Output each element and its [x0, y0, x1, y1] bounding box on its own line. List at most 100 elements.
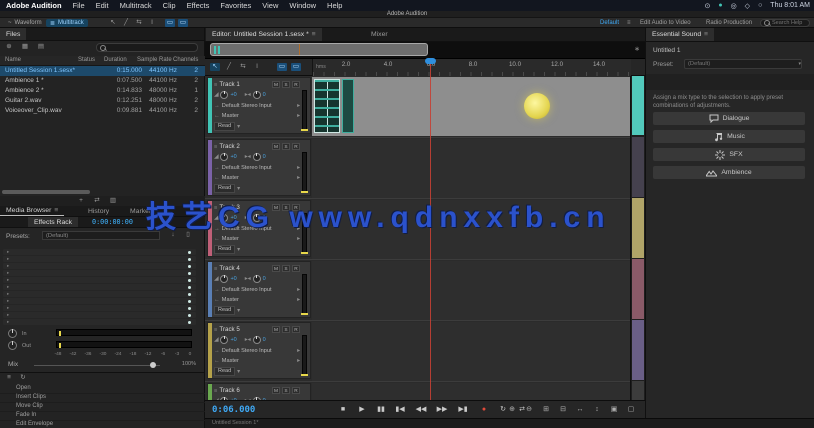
track-name[interactable]: Track 2	[219, 143, 270, 150]
workspace-default[interactable]: Default	[600, 19, 619, 27]
track-name[interactable]: Track 3	[219, 204, 270, 211]
media-browser-icon[interactable]: ▦	[20, 43, 30, 51]
track-name[interactable]: Track 1	[219, 81, 270, 88]
effect-slot[interactable]: ▸	[3, 263, 196, 269]
effect-slot[interactable]: ▸	[3, 249, 196, 255]
time-selection-tool-icon[interactable]: I	[252, 63, 262, 71]
workspace-edit-audio-to-video[interactable]: Edit Audio to Video	[640, 19, 691, 27]
time-selection-tool-icon[interactable]: I	[147, 19, 157, 27]
audio-clip[interactable]	[342, 79, 354, 133]
power-toggle[interactable]	[188, 251, 191, 254]
volume-knob[interactable]	[220, 91, 228, 99]
power-toggle[interactable]	[188, 300, 191, 303]
track-menu-icon[interactable]: ≡	[214, 82, 217, 88]
effect-slot[interactable]: ▸	[3, 298, 196, 304]
zoom-reset-button[interactable]: ▢	[624, 404, 638, 415]
power-toggle[interactable]	[188, 321, 191, 324]
menu-help[interactable]: Help	[327, 1, 342, 10]
playhead-line[interactable]	[430, 76, 431, 400]
track-lane[interactable]	[312, 383, 630, 400]
tab-files[interactable]: Files	[0, 28, 26, 40]
mute-button[interactable]: M	[272, 204, 280, 211]
history-item[interactable]: Fade In	[16, 411, 36, 420]
effect-slot[interactable]: ▸	[3, 305, 196, 311]
snap-toggle-icon[interactable]: ▭	[277, 63, 287, 71]
input-select[interactable]: Default Stereo Input	[222, 287, 295, 293]
solo-button[interactable]: S	[282, 204, 290, 211]
play-button[interactable]: ▶	[354, 404, 370, 416]
delete-preset-icon[interactable]: ▯	[183, 231, 193, 239]
arm-record-button[interactable]: R	[292, 143, 300, 150]
mix-type-dialogue-button[interactable]: Dialogue	[653, 112, 805, 125]
mute-button[interactable]: M	[272, 326, 280, 333]
volume-knob[interactable]	[220, 275, 228, 283]
razor-tool-icon[interactable]: ╱	[121, 19, 131, 27]
track-name[interactable]: Track 5	[219, 326, 270, 333]
file-row[interactable]: Ambience 1 * 0:07.500 44100 Hz 2	[0, 76, 205, 86]
input-gain-knob[interactable]	[8, 329, 17, 338]
pan-knob[interactable]	[253, 91, 261, 99]
menu-file[interactable]: File	[73, 1, 85, 10]
power-toggle[interactable]	[188, 279, 191, 282]
spotlight-icon[interactable]: ○	[758, 2, 762, 9]
navigator-viewport[interactable]	[210, 43, 428, 56]
mute-button[interactable]: M	[272, 265, 280, 272]
zoom-out-button[interactable]: ⊖	[522, 404, 536, 415]
metronome-toggle-icon[interactable]: ▭	[291, 63, 301, 71]
output-select[interactable]: Master	[222, 236, 295, 242]
solo-button[interactable]: S	[282, 265, 290, 272]
track-lane[interactable]	[312, 322, 630, 381]
solo-button[interactable]: S	[282, 81, 290, 88]
effect-slot[interactable]: ▸	[3, 284, 196, 290]
audio-clip[interactable]	[314, 79, 340, 133]
timecode-display[interactable]: 0:06.000	[212, 405, 255, 415]
skip-forward-button[interactable]: ▶▮	[455, 404, 471, 416]
tab-effects-rack[interactable]: Effects Rack	[28, 217, 78, 227]
track-lane[interactable]	[312, 77, 630, 136]
stop-button[interactable]: ■	[335, 404, 351, 416]
avatar-icon[interactable]: ●	[718, 2, 722, 9]
preset-select[interactable]: (Default)	[684, 59, 802, 69]
arm-record-button[interactable]: R	[292, 265, 300, 272]
pause-button[interactable]: ▮▮	[373, 404, 389, 416]
automation-mode-select[interactable]: Read	[214, 306, 235, 315]
files-search-input[interactable]	[108, 45, 194, 51]
waveform-view-button[interactable]: ~ Waveform	[4, 19, 46, 27]
automation-mode-select[interactable]: Read	[214, 184, 235, 193]
shield-icon[interactable]: ⊙	[704, 2, 710, 10]
track-lane[interactable]	[312, 139, 630, 198]
multitrack-view-button[interactable]: ≣ Multitrack	[46, 19, 88, 27]
volume-knob[interactable]	[220, 214, 228, 222]
pan-knob[interactable]	[253, 275, 261, 283]
power-toggle[interactable]	[188, 265, 191, 268]
input-select[interactable]: Default Stereo Input	[222, 226, 295, 232]
track-menu-icon[interactable]: ≡	[214, 388, 217, 394]
close-file-icon[interactable]: ▤	[36, 43, 46, 51]
power-toggle[interactable]	[188, 293, 191, 296]
solo-button[interactable]: S	[282, 326, 290, 333]
arm-record-button[interactable]: R	[292, 81, 300, 88]
tab-mixer[interactable]: Mixer	[365, 28, 394, 41]
power-toggle[interactable]	[188, 314, 191, 317]
navigator-settings-icon[interactable]: ∗	[634, 45, 640, 53]
fast-forward-button[interactable]: ▶▶	[434, 404, 450, 416]
files-hscrollbar[interactable]	[2, 190, 90, 194]
mix-type-sfx-button[interactable]: SFX	[653, 148, 805, 161]
save-preset-icon[interactable]: ↓	[168, 231, 178, 239]
list-icon[interactable]: ≡	[4, 374, 14, 382]
effect-slot[interactable]: ▸	[3, 270, 196, 276]
effect-slot[interactable]: ▸	[3, 312, 196, 318]
solo-button[interactable]: S	[282, 143, 290, 150]
track-lane[interactable]	[312, 200, 630, 259]
effect-slot[interactable]: ▸	[3, 291, 196, 297]
history-item[interactable]: Move Clip	[16, 402, 43, 411]
skip-back-button[interactable]: ▮◀	[392, 404, 408, 416]
tab-history[interactable]: History	[82, 206, 115, 216]
battery-icon[interactable]: ◇	[745, 2, 750, 10]
power-toggle[interactable]	[188, 272, 191, 275]
file-row[interactable]: Voiceover_Clip.wav 0:09.881 44100 Hz 2	[0, 106, 205, 116]
preset-select[interactable]: (Default)	[42, 231, 160, 240]
playhead-line[interactable]	[430, 62, 431, 76]
output-select[interactable]: Master	[222, 358, 295, 364]
slip-tool-icon[interactable]: ⇆	[134, 19, 144, 27]
